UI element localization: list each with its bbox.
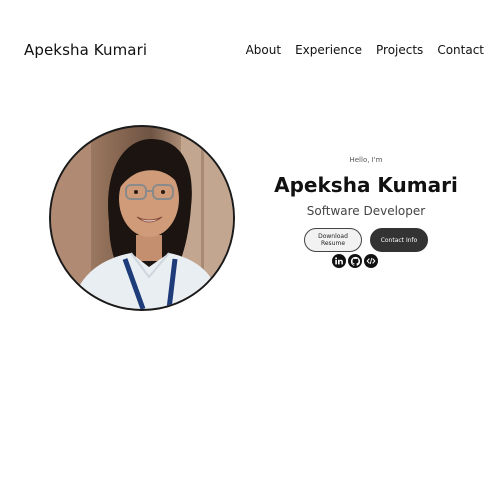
navbar: Apeksha Kumari About Experience Projects… <box>0 0 500 100</box>
nav-link-about[interactable]: About <box>246 43 281 57</box>
hero-section: Hello, I'm Apeksha Kumari Software Devel… <box>258 155 474 268</box>
contact-info-button[interactable]: Contact Info <box>370 228 428 252</box>
hero-name: Apeksha Kumari <box>274 173 458 197</box>
profile-photo-illustration <box>51 127 233 309</box>
hero-buttons: Download Resume Contact Info <box>258 228 474 252</box>
social-links <box>236 254 474 268</box>
github-icon[interactable] <box>348 254 362 268</box>
brand-name[interactable]: Apeksha Kumari <box>24 40 147 60</box>
nav-link-contact[interactable]: Contact <box>437 43 484 57</box>
page: Apeksha Kumari About Experience Projects… <box>0 0 500 500</box>
linkedin-icon[interactable] <box>332 254 346 268</box>
nav-links: About Experience Projects Contact <box>246 43 484 57</box>
code-icon[interactable] <box>364 254 378 268</box>
nav-link-projects[interactable]: Projects <box>376 43 423 57</box>
nav-link-experience[interactable]: Experience <box>295 43 362 57</box>
greeting-text: Hello, I'm <box>349 156 383 164</box>
download-resume-button[interactable]: Download Resume <box>304 228 362 252</box>
hero-role: Software Developer <box>306 204 426 218</box>
profile-photo <box>49 125 235 311</box>
